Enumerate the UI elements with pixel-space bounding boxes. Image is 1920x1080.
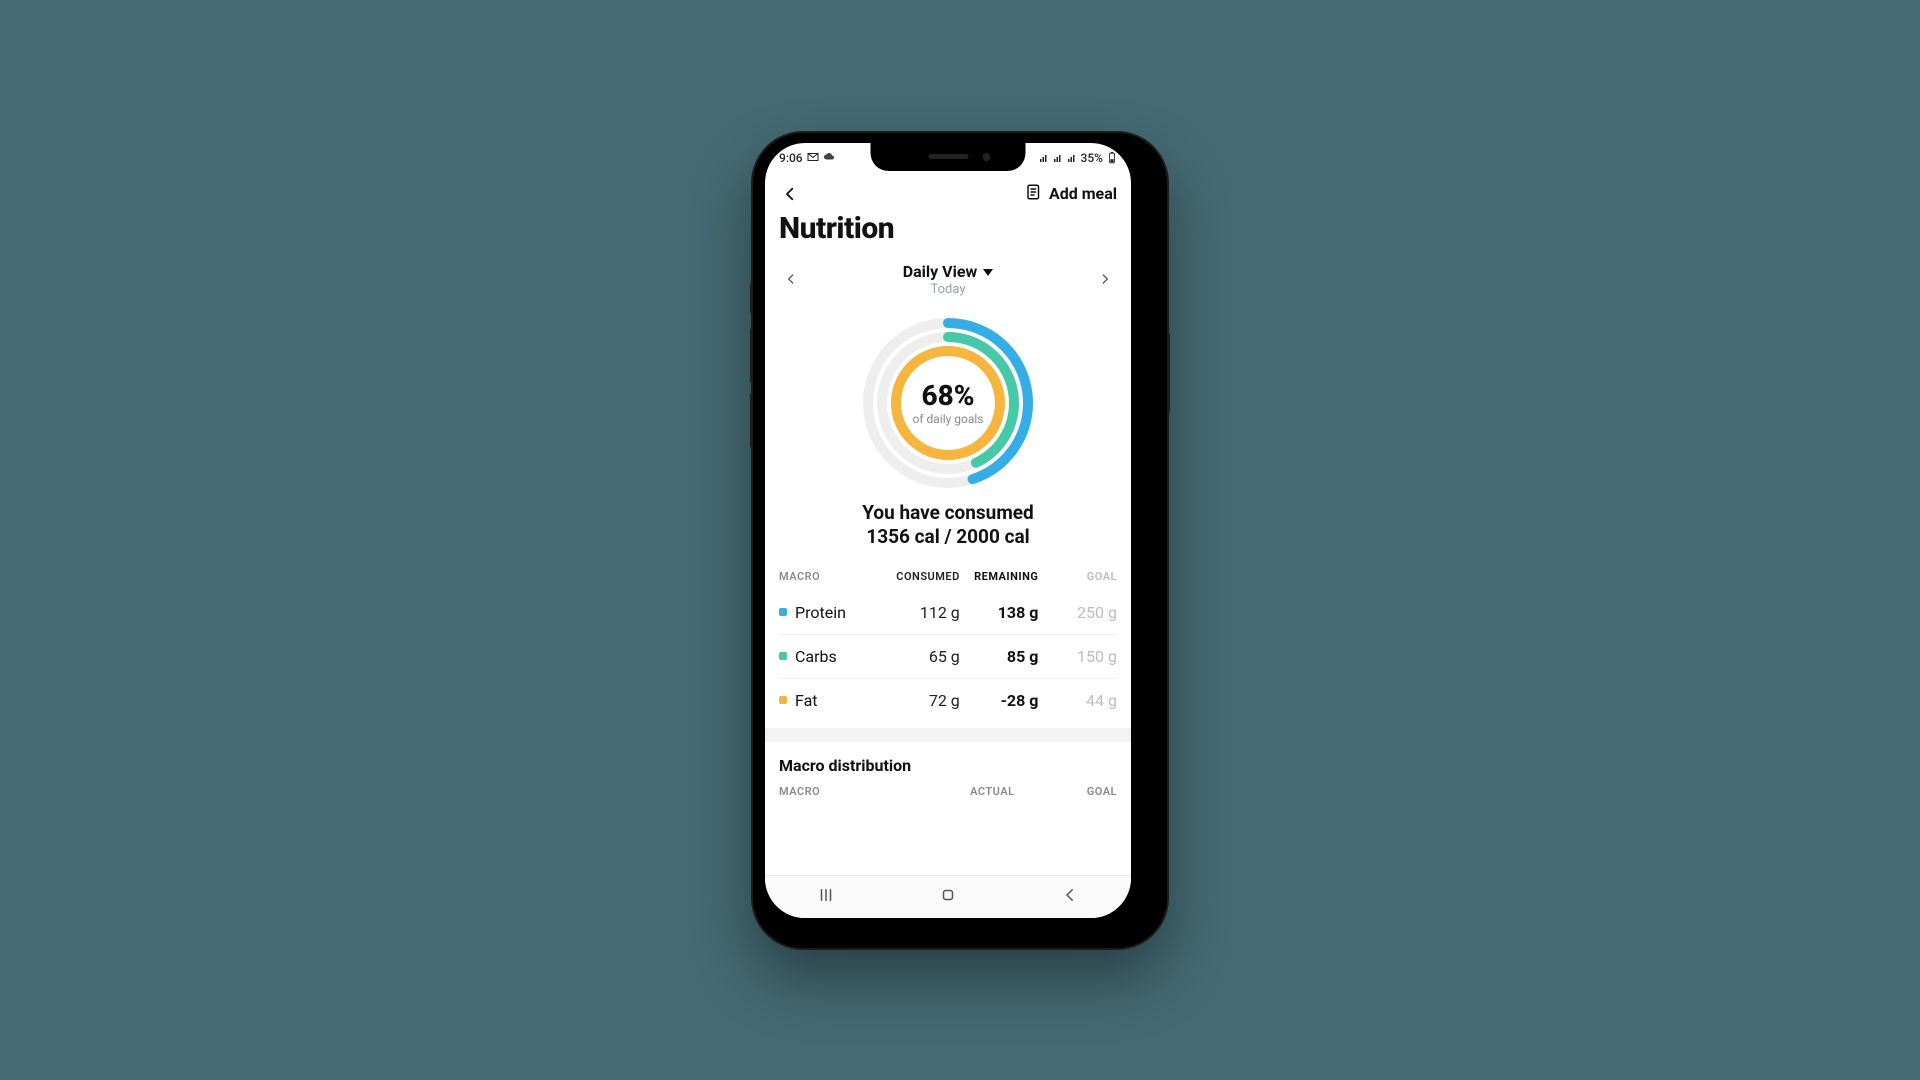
caret-down-icon — [983, 262, 993, 281]
macro-consumed: 65 g — [881, 647, 960, 666]
speaker — [928, 154, 968, 159]
battery-text: 35% — [1081, 151, 1103, 165]
phone-frame: 9:06 — [753, 133, 1167, 948]
next-day-button[interactable] — [1093, 267, 1117, 291]
macro-consumed: 112 g — [881, 603, 960, 622]
view-selector[interactable]: Daily View Today — [903, 262, 994, 297]
phone-side-button — [1167, 333, 1170, 413]
macro-remaining: -28 g — [960, 691, 1039, 710]
chevron-left-icon — [784, 272, 798, 286]
goal-percent: 68% — [921, 379, 974, 412]
date-navigator: Daily View Today — [765, 254, 1131, 301]
goal-sub: of daily goals — [913, 412, 984, 426]
signal-icon — [1067, 153, 1077, 163]
macro-swatch — [779, 696, 787, 704]
page-title: Nutrition — [765, 211, 1131, 254]
system-back-button[interactable] — [1061, 886, 1079, 908]
chevron-right-icon — [1098, 272, 1112, 286]
macro-remaining: 85 g — [960, 647, 1039, 666]
macro-name: Fat — [795, 691, 818, 710]
dist-col-macro: Macro — [779, 785, 912, 798]
dist-col-goal: Goal — [1015, 785, 1117, 798]
signal-icon — [1053, 153, 1063, 163]
macro-consumed: 72 g — [881, 691, 960, 710]
macro-goal: 44 g — [1038, 691, 1117, 710]
macro-name: Carbs — [795, 647, 837, 666]
macro-remaining: 138 g — [960, 603, 1039, 622]
consumed-line-1: You have consumed — [862, 501, 1034, 526]
macro-swatch — [779, 652, 787, 660]
add-meal-label: Add meal — [1049, 184, 1117, 203]
mail-icon — [807, 151, 819, 165]
phone-side-button — [750, 393, 753, 448]
system-nav-bar — [765, 875, 1131, 918]
status-time: 9:06 — [779, 151, 803, 165]
col-goal: Goal — [1038, 570, 1117, 583]
macro-goal: 250 g — [1038, 603, 1117, 622]
prev-day-button[interactable] — [779, 267, 803, 291]
recents-button[interactable] — [817, 886, 835, 908]
macro-name: Protein — [795, 603, 846, 622]
macro-row: Protein 112 g138 g250 g — [779, 591, 1117, 634]
home-button[interactable] — [939, 886, 957, 908]
consumed-line-2: 1356 cal / 2000 cal — [862, 525, 1034, 550]
macro-goal: 150 g — [1038, 647, 1117, 666]
macro-table: Macro Consumed Remaining Goal Protein 112… — [765, 560, 1131, 722]
view-label: Daily View — [903, 262, 978, 281]
phone-side-button — [750, 328, 753, 383]
section-divider — [765, 728, 1131, 742]
screen: 9:06 — [765, 143, 1131, 918]
phone-side-button — [750, 283, 753, 313]
back-button[interactable] — [779, 183, 801, 205]
battery-icon — [1107, 152, 1117, 164]
macro-row: Fat 72 g-28 g44 g — [779, 678, 1117, 722]
distribution-header: Macro Actual Goal — [765, 781, 1131, 798]
macro-swatch — [779, 608, 787, 616]
top-bar: Add meal — [765, 173, 1131, 211]
macro-row: Carbs 65 g85 g150 g — [779, 634, 1117, 678]
network-icon — [1039, 153, 1049, 163]
col-macro: Macro — [779, 570, 881, 583]
note-icon — [1025, 183, 1043, 205]
col-remaining: Remaining — [960, 570, 1039, 583]
front-camera — [983, 153, 991, 161]
notch — [871, 143, 1026, 171]
col-consumed: Consumed — [881, 570, 960, 583]
chevron-left-icon — [781, 185, 799, 203]
goal-chart: 68% of daily goals You have consumed 135… — [765, 301, 1131, 560]
cloud-icon — [823, 151, 835, 165]
macro-distribution-title: Macro distribution — [765, 742, 1131, 781]
dist-col-actual: Actual — [912, 785, 1014, 798]
donut-chart: 68% of daily goals — [858, 313, 1038, 493]
add-meal-button[interactable]: Add meal — [1025, 183, 1117, 205]
date-label: Today — [903, 282, 994, 297]
